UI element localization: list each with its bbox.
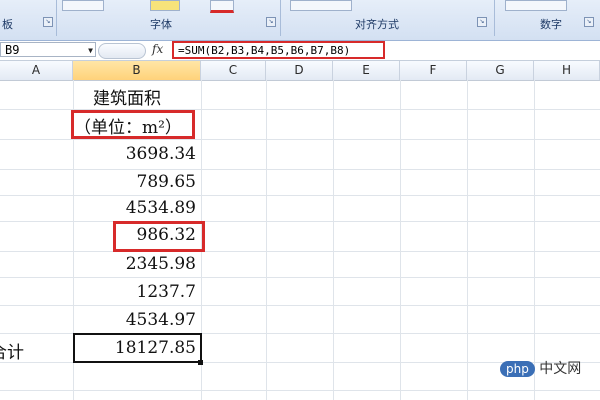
grid-line <box>333 80 334 400</box>
cell-b5[interactable]: 986.32 <box>76 225 196 245</box>
grid-line <box>0 251 600 252</box>
grid-line <box>0 139 600 140</box>
cell-b3[interactable]: 789.65 <box>76 172 196 192</box>
cell-b4[interactable]: 4534.89 <box>76 198 196 218</box>
formula-bar-resize-handle[interactable] <box>98 43 146 59</box>
cell-a9-label[interactable]: 合计 <box>0 338 24 363</box>
ribbon-group-font: 字体 <box>150 18 172 31</box>
worksheet-grid[interactable]: 建筑面积 （单位：m²） 3698.34 789.65 4534.89 986.… <box>0 80 600 400</box>
formula-bar: B9 ▼ fx =SUM(B2,B3,B4,B5,B6,B7,B8) <box>0 41 600 61</box>
font-launcher-icon[interactable]: ↘ <box>266 17 276 27</box>
grid-line <box>0 221 600 222</box>
ribbon-button[interactable] <box>505 0 567 11</box>
column-header-g[interactable]: G <box>467 61 534 80</box>
column-header-f[interactable]: F <box>400 61 467 80</box>
ribbon-group-clipboard: 板 <box>2 18 13 31</box>
name-box[interactable]: B9 ▼ <box>0 42 96 57</box>
ribbon-separator <box>56 0 57 36</box>
number-launcher-icon[interactable]: ↘ <box>584 17 594 27</box>
grid-line <box>0 169 600 170</box>
cell-b6[interactable]: 2345.98 <box>76 254 196 274</box>
fill-handle[interactable] <box>198 360 203 365</box>
cell-b2[interactable]: 3698.34 <box>76 144 196 164</box>
grid-line <box>0 195 600 196</box>
fx-icon[interactable]: fx <box>152 42 163 56</box>
ribbon-button[interactable] <box>150 0 180 11</box>
formula-input[interactable]: =SUM(B2,B3,B4,B5,B6,B7,B8) <box>172 41 385 59</box>
column-header-a[interactable]: A <box>0 61 73 80</box>
column-header-b[interactable]: B <box>73 61 201 80</box>
ribbon-separator <box>494 0 495 36</box>
grid-line <box>467 80 468 400</box>
ribbon-group-alignment: 对齐方式 <box>355 18 399 31</box>
column-header-c[interactable]: C <box>201 61 266 80</box>
cell-b1[interactable]: 建筑面积 <box>93 84 161 109</box>
ribbon-separator <box>280 0 281 36</box>
grid-line <box>0 390 600 391</box>
ribbon: 板 ↘ 字体 ↘ 对齐方式 ↘ 数字 ↘ <box>0 0 600 41</box>
grid-line <box>400 80 401 400</box>
php-badge: php <box>500 361 535 377</box>
column-header-e[interactable]: E <box>333 61 400 80</box>
grid-line <box>266 80 267 400</box>
watermark-text: 中文网 <box>539 361 582 377</box>
watermark-logo: php 中文网 <box>500 358 581 378</box>
ribbon-group-number: 数字 <box>540 18 562 31</box>
chevron-down-icon[interactable]: ▼ <box>88 43 93 58</box>
clipboard-launcher-icon[interactable]: ↘ <box>43 17 53 27</box>
ribbon-button[interactable] <box>290 0 352 11</box>
cell-b9[interactable]: 18127.85 <box>76 338 196 358</box>
name-box-value: B9 <box>5 43 20 57</box>
grid-line <box>0 305 600 306</box>
column-header-h[interactable]: H <box>534 61 600 80</box>
column-header-d[interactable]: D <box>266 61 333 80</box>
alignment-launcher-icon[interactable]: ↘ <box>477 17 487 27</box>
ribbon-button[interactable] <box>62 0 104 11</box>
font-color-button[interactable] <box>210 0 234 13</box>
grid-line <box>0 277 600 278</box>
cell-b8[interactable]: 4534.97 <box>76 310 196 330</box>
grid-line <box>534 80 535 400</box>
cell-b-unit[interactable]: （单位：m²） <box>74 113 182 138</box>
cell-b7[interactable]: 1237.7 <box>76 282 196 302</box>
column-headers: A B C D E F G H <box>0 61 600 81</box>
